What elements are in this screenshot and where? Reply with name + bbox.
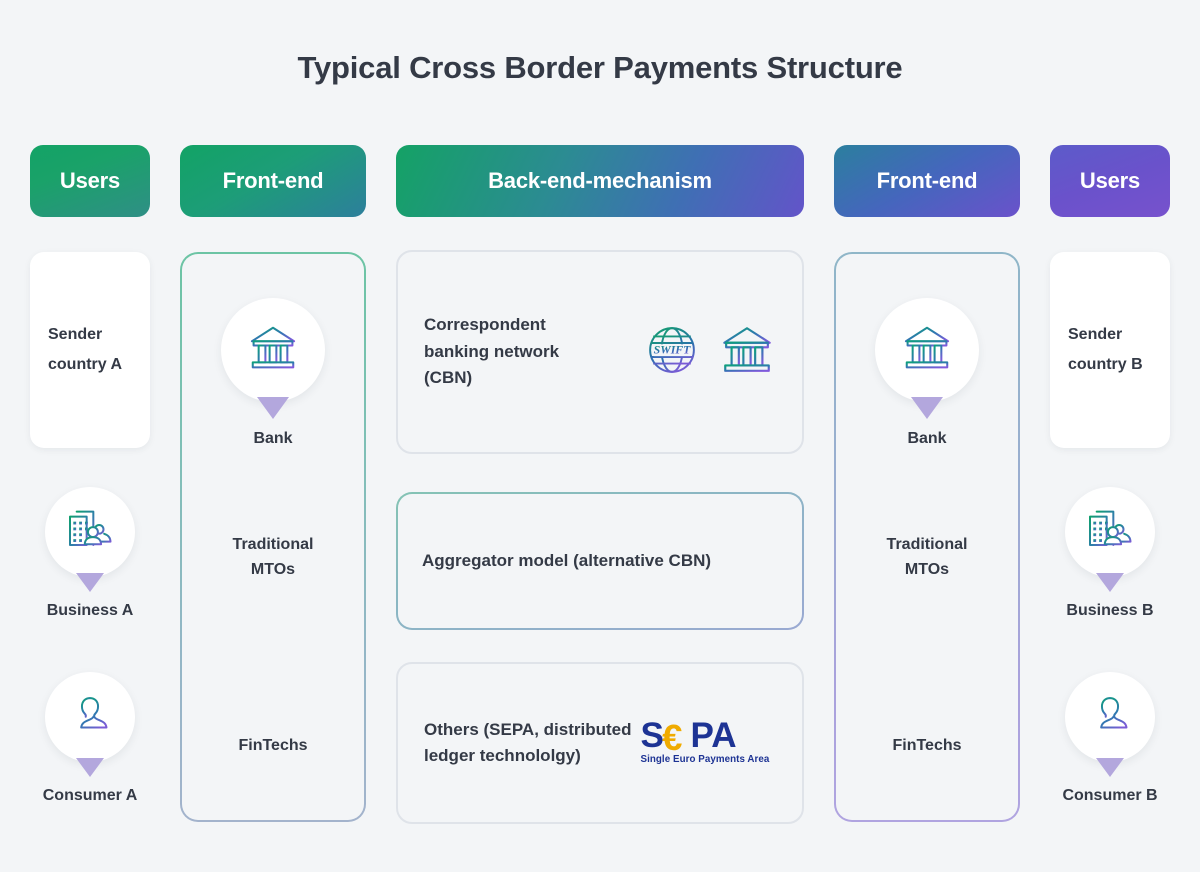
header-front-end-b-label: Front-end xyxy=(876,168,978,193)
cbn-line1: Correspondent xyxy=(424,315,546,335)
aggregator-box: Aggregator model (alternative CBN) xyxy=(396,492,804,630)
header-front-end-b: Front-end xyxy=(834,145,1020,217)
aggregator-label: Aggregator model (alternative CBN) xyxy=(422,550,712,570)
bank-b-avatar xyxy=(875,298,979,402)
front-end-a-item-fintechs: FinTechs xyxy=(180,734,366,759)
business-b-pin-tip xyxy=(1096,573,1124,592)
cbn-line2: banking network xyxy=(424,341,560,361)
business-b-label: Business B xyxy=(1066,602,1154,619)
sepa-tagline: Single Euro Payments Area xyxy=(641,754,770,765)
sender-country-a-line1: Sender xyxy=(48,326,103,344)
building-people-icon xyxy=(65,505,115,560)
swift-label: SWIFT xyxy=(654,342,692,356)
bank-a-avatar xyxy=(221,298,325,402)
front-end-a-item-mto-line1: Traditional xyxy=(232,536,314,553)
page-title: Typical Cross Border Payments Structure xyxy=(297,50,903,85)
consumer-a-avatar xyxy=(45,672,135,762)
sender-country-b-line2: country B xyxy=(1068,356,1143,373)
person-icon xyxy=(1087,692,1133,743)
header-users-a-label: Users xyxy=(59,168,121,193)
header-front-end-a: Front-end xyxy=(180,145,366,217)
others-icons: S € PA Single Euro Payments Area xyxy=(640,716,776,770)
header-back-end: Back-end-mechanism xyxy=(396,145,804,217)
front-end-b-item-mto-line2: MTOs xyxy=(904,560,950,578)
bank-a-pin-tip xyxy=(257,397,289,419)
front-end-b-item-mto-line1: Traditional xyxy=(886,536,968,553)
front-end-a-item-fintechs-line1: FinTechs xyxy=(238,737,308,754)
header-users-b: Users xyxy=(1050,145,1170,217)
bank-b-label: Bank xyxy=(907,430,947,447)
bank-icon xyxy=(246,321,300,380)
building-people-icon xyxy=(1085,505,1135,560)
business-a-pin-tip xyxy=(76,573,104,592)
bank-a-label: Bank xyxy=(253,430,293,447)
sender-country-a-line2: country A xyxy=(48,356,123,373)
header-front-end-a-label: Front-end xyxy=(222,168,324,193)
bank-b-pin-tip xyxy=(911,397,943,419)
others-line2: ledger technololgy) xyxy=(424,746,581,765)
cbn-icons: SWIFT xyxy=(644,321,776,384)
others-line1: Others (SEPA, distributed xyxy=(424,719,632,739)
person-icon xyxy=(67,692,113,743)
consumer-a-pin-tip xyxy=(76,758,104,777)
business-a-label: Business A xyxy=(46,602,134,619)
cbn-text: Correspondent banking network (CBN) xyxy=(424,312,644,391)
consumer-b-avatar xyxy=(1065,672,1155,762)
sepa-mark-euro: € xyxy=(662,717,682,758)
business-a-avatar xyxy=(45,487,135,577)
bank-icon xyxy=(900,321,954,380)
sepa-logo: S € PA Single Euro Payments Area xyxy=(640,716,776,770)
sender-country-a-card: Sender country A xyxy=(30,252,150,448)
consumer-b-label: Consumer B xyxy=(1062,787,1158,804)
sender-country-b-card: Sender country B xyxy=(1050,252,1170,448)
others-box: Others (SEPA, distributed ledger technol… xyxy=(396,662,804,824)
front-end-b-item-fintechs: FinTechs xyxy=(834,734,1020,759)
swift-globe-icon: SWIFT xyxy=(644,322,700,383)
cbn-line3: (CBN) xyxy=(424,368,473,388)
consumer-a-label: Consumer A xyxy=(42,787,138,804)
front-end-b-item-fintechs-line1: FinTechs xyxy=(892,737,962,754)
front-end-a-item-mto: Traditional MTOs xyxy=(180,533,366,583)
header-users-b-label: Users xyxy=(1079,168,1141,193)
sender-country-b-line1: Sender xyxy=(1068,326,1123,344)
sepa-mark-s: S xyxy=(641,716,664,755)
cbn-box: Correspondent banking network (CBN) SWIF… xyxy=(396,250,804,454)
header-back-end-label: Back-end-mechanism xyxy=(488,168,712,193)
bank-icon xyxy=(718,321,776,384)
header-users-a: Users xyxy=(30,145,150,217)
front-end-a-item-mto-line2: MTOs xyxy=(250,560,296,578)
others-text: Others (SEPA, distributed ledger technol… xyxy=(424,717,640,770)
business-b-avatar xyxy=(1065,487,1155,577)
consumer-b-pin-tip xyxy=(1096,758,1124,777)
sepa-mark-pa: PA xyxy=(690,716,736,755)
front-end-b-item-mto: Traditional MTOs xyxy=(834,533,1020,583)
